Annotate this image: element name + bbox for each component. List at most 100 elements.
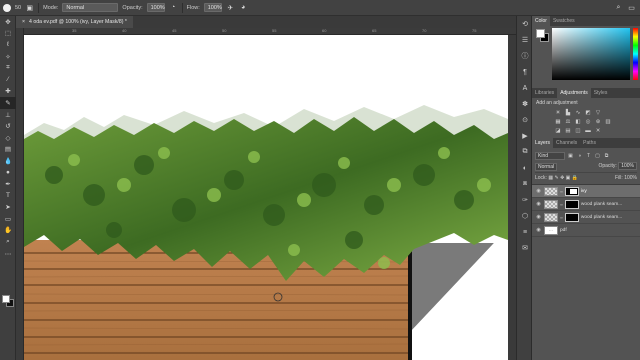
layer-row-wood-2[interactable]: ◉ ∞ wood plank seam... bbox=[532, 211, 640, 224]
actions-panel-icon[interactable]: ▶ bbox=[517, 128, 533, 144]
filter-type-icon[interactable]: T bbox=[585, 153, 592, 159]
visibility-eye-icon[interactable]: ◉ bbox=[535, 201, 542, 207]
blend-mode-select[interactable]: Normal bbox=[535, 162, 558, 171]
airbrush-icon[interactable]: ✈ bbox=[226, 3, 235, 12]
tab-libraries[interactable]: Libraries bbox=[532, 90, 557, 96]
layer-row-pdf[interactable]: ◉ ··· pdf bbox=[532, 224, 640, 237]
mask-link-icon[interactable]: ∞ bbox=[560, 215, 563, 220]
healing-brush-tool-icon[interactable]: ✚ bbox=[0, 86, 16, 98]
lock-position-icon[interactable]: ✥ bbox=[560, 175, 564, 181]
layer-thumbnail[interactable] bbox=[544, 199, 558, 209]
gradient-map-icon[interactable]: ▬ bbox=[584, 127, 592, 134]
layer-mask-thumbnail[interactable] bbox=[564, 212, 579, 222]
opacity-field[interactable]: 100% bbox=[146, 3, 165, 12]
dodge-tool-icon[interactable]: ● bbox=[0, 167, 16, 179]
crop-tool-icon[interactable]: ⌗ bbox=[0, 62, 16, 74]
document-canvas[interactable] bbox=[24, 35, 508, 360]
layer-name[interactable]: ivy bbox=[581, 189, 587, 194]
layer-name[interactable]: wood plank seam... bbox=[581, 215, 622, 220]
mask-link-icon[interactable]: ∞ bbox=[560, 189, 563, 194]
properties-panel-icon[interactable]: ☰ bbox=[517, 32, 533, 48]
path-selection-tool-icon[interactable]: ➤ bbox=[0, 202, 16, 214]
pressure-size-icon[interactable]: ◕ bbox=[239, 3, 248, 12]
layer-row-ivy[interactable]: ◉ ∞ ivy bbox=[532, 185, 640, 198]
brush-preset-icon[interactable] bbox=[2, 3, 11, 12]
magic-wand-tool-icon[interactable]: ✧ bbox=[0, 51, 16, 63]
layer-thumbnail[interactable] bbox=[544, 186, 558, 196]
brightness-contrast-icon[interactable]: ☀ bbox=[554, 109, 562, 116]
timeline-panel-icon[interactable]: ≡ bbox=[517, 224, 533, 240]
invert-icon[interactable]: ◪ bbox=[554, 127, 562, 134]
fill-field[interactable]: 100% bbox=[624, 175, 637, 181]
notes-panel-icon[interactable]: ✉ bbox=[517, 240, 533, 256]
mode-select[interactable]: Normal bbox=[62, 3, 119, 12]
tab-swatches[interactable]: Swatches bbox=[550, 18, 578, 24]
brushes-panel-icon[interactable]: ✽ bbox=[517, 96, 533, 112]
character-panel-icon[interactable]: A bbox=[517, 80, 533, 96]
layer-thumbnail[interactable]: ··· bbox=[544, 225, 558, 235]
color-panel-foreground[interactable] bbox=[536, 29, 545, 38]
hand-tool-icon[interactable]: ✋ bbox=[0, 225, 16, 237]
type-tool-icon[interactable]: T bbox=[0, 190, 16, 202]
tab-styles[interactable]: Styles bbox=[591, 90, 611, 96]
tab-adjustments[interactable]: Adjustments bbox=[557, 88, 591, 98]
visibility-eye-icon[interactable]: ◉ bbox=[535, 188, 542, 194]
lock-transparent-icon[interactable]: ▦ bbox=[548, 175, 553, 181]
vertical-scrollbar[interactable] bbox=[508, 35, 516, 360]
layer-opacity-field[interactable]: 100% bbox=[618, 162, 637, 170]
foreground-color-swatch[interactable] bbox=[2, 295, 10, 303]
levels-icon[interactable]: ▙ bbox=[564, 109, 572, 116]
layer-mask-thumbnail[interactable] bbox=[564, 199, 579, 209]
brush-size-value[interactable]: 50 bbox=[15, 5, 21, 11]
lock-paint-icon[interactable]: ✎ bbox=[554, 175, 558, 181]
selective-color-icon[interactable]: ✕ bbox=[594, 127, 602, 134]
layer-row-wood-1[interactable]: ◉ ∞ wood plank seam... bbox=[532, 198, 640, 211]
search-icon[interactable]: ⌕ bbox=[614, 3, 623, 12]
history-brush-tool-icon[interactable]: ↺ bbox=[0, 120, 16, 132]
channels-panel-icon[interactable]: ◐ bbox=[517, 160, 533, 176]
pen-tool-icon[interactable]: ✒ bbox=[0, 178, 16, 190]
document-tab[interactable]: × 4 oda ev.pdf @ 100% (ivy, Layer Mask/8… bbox=[16, 16, 133, 28]
vibrance-icon[interactable]: ▽ bbox=[594, 109, 602, 116]
filter-shape-icon[interactable]: ▢ bbox=[594, 153, 601, 159]
brush-settings-icon[interactable]: ▣ bbox=[25, 3, 34, 12]
workspace-icon[interactable]: ▭ bbox=[627, 3, 636, 12]
clone-source-icon[interactable]: ⊙ bbox=[517, 112, 533, 128]
3d-panel-icon[interactable]: ⬡ bbox=[517, 208, 533, 224]
lock-all-icon[interactable]: 🔒 bbox=[572, 175, 578, 181]
layer-mask-thumbnail[interactable] bbox=[564, 186, 579, 196]
mask-link-icon[interactable]: ∞ bbox=[560, 202, 563, 207]
black-white-icon[interactable]: ◧ bbox=[574, 118, 582, 125]
document-close-icon[interactable]: × bbox=[22, 16, 25, 28]
tab-layers[interactable]: Layers bbox=[532, 138, 554, 148]
marquee-tool-icon[interactable]: ⬚ bbox=[0, 28, 16, 40]
rectangle-tool-icon[interactable]: ▭ bbox=[0, 213, 16, 225]
eyedropper-tool-icon[interactable]: ⁄ bbox=[0, 74, 16, 86]
move-tool-icon[interactable]: ✥ bbox=[0, 16, 16, 28]
layer-comps-icon[interactable]: ⧈ bbox=[517, 176, 533, 192]
threshold-icon[interactable]: ◫ bbox=[574, 127, 582, 134]
info-panel-icon[interactable]: ⓘ bbox=[517, 48, 533, 64]
gradient-tool-icon[interactable]: ▤ bbox=[0, 144, 16, 156]
tab-color[interactable]: Color bbox=[532, 16, 550, 26]
paths-panel-icon[interactable]: ✑ bbox=[517, 192, 533, 208]
tab-channels[interactable]: Channels bbox=[553, 140, 580, 146]
more-tools-icon[interactable]: ⋯ bbox=[0, 248, 16, 260]
lock-artboard-icon[interactable]: ▣ bbox=[566, 175, 571, 181]
layer-name[interactable]: wood plank seam... bbox=[581, 202, 622, 207]
visibility-eye-icon[interactable]: ◉ bbox=[535, 214, 542, 220]
filter-adjustment-icon[interactable]: ◑ bbox=[576, 153, 583, 159]
color-picker-field[interactable] bbox=[552, 28, 630, 80]
paragraph-panel-icon[interactable]: ¶ bbox=[517, 64, 533, 80]
zoom-tool-icon[interactable]: ⌕ bbox=[0, 236, 16, 248]
layer-name[interactable]: pdf bbox=[560, 228, 567, 233]
glyphs-panel-icon[interactable]: ⧉ bbox=[517, 144, 533, 160]
brush-tool-icon[interactable]: ✎ bbox=[0, 97, 16, 109]
layer-thumbnail[interactable] bbox=[544, 212, 558, 222]
filter-smart-object-icon[interactable]: ⧉ bbox=[603, 153, 610, 159]
posterize-icon[interactable]: ▤ bbox=[564, 127, 572, 134]
exposure-icon[interactable]: ◩ bbox=[584, 109, 592, 116]
clone-stamp-tool-icon[interactable]: ⊥ bbox=[0, 109, 16, 121]
channel-mixer-icon[interactable]: ⊛ bbox=[594, 118, 602, 125]
filter-pixel-icon[interactable]: ▣ bbox=[567, 153, 574, 159]
